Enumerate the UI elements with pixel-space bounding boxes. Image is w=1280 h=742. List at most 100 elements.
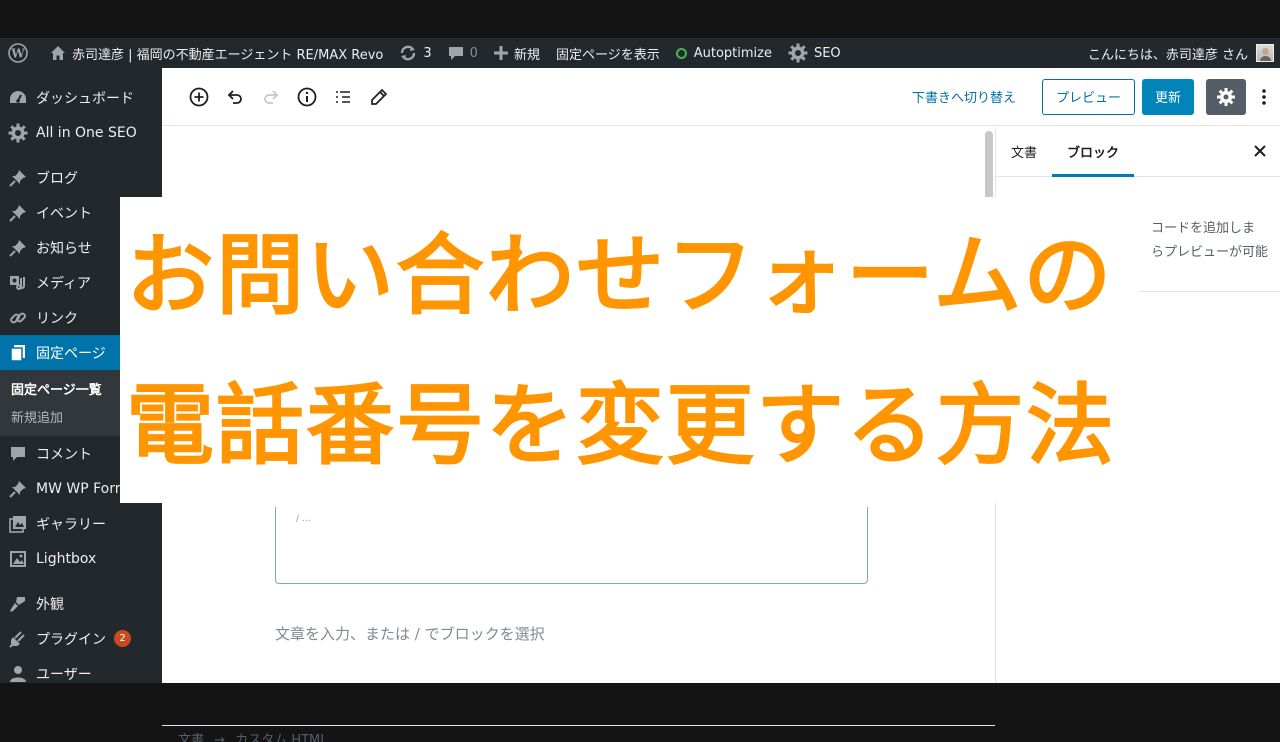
sidebar-item-all-in-one-seo[interactable]: All in One SEO [0,115,162,150]
comment-icon [8,444,28,464]
avatar [1256,44,1274,62]
editor-toolbar: 下書きへ切り替え プレビュー 更新 [162,68,1280,126]
greeting: こんにちは、赤司達彦 さん [1087,47,1248,63]
updates-icon [399,44,417,62]
sidebar-item-label: ブログ [36,170,78,187]
sidebar-item-appearance[interactable]: 外観 [0,586,162,621]
plus-circle-icon [189,87,209,106]
new-content-button[interactable]: 新規 [486,38,548,68]
wordpress-logo-button[interactable]: W [0,38,42,68]
info-icon [297,87,317,106]
account-menu[interactable]: こんにちは、赤司達彦 さん [1088,38,1280,68]
more-options-button[interactable] [1256,79,1272,115]
tab-document[interactable]: 文書 [996,127,1052,177]
content-info-button[interactable] [289,79,325,115]
update-button[interactable]: 更新 [1141,78,1194,115]
sidebar-item-label: 外観 [36,596,64,613]
new-content-label: 新規 [513,47,540,63]
block-appender-placeholder[interactable]: 文章を入力、または / でブロックを選択 [275,623,545,644]
list-icon [336,90,350,103]
plugin-icon [8,629,28,649]
gear-icon [8,123,28,143]
close-settings-button[interactable] [1254,141,1266,162]
canvas-scrollbar[interactable] [985,131,993,201]
block-description-line: コードを追加しま [1151,221,1256,236]
letterbox-top [0,0,1280,38]
preview-button[interactable]: プレビュー [1041,78,1135,115]
brush-icon [8,594,28,614]
sidebar-item-label: All in One SEO [36,124,137,141]
overlay-title-line-1: お問い合わせフォームの [126,224,1114,327]
wordpress-logo-icon: W [8,43,28,63]
title-overlay: お問い合わせフォームの 電話番号を変更する方法 [120,197,1140,503]
pencil-icon [371,88,388,105]
add-block-button[interactable] [181,79,217,115]
site-name-link[interactable]: 赤司達彦 | 福岡の不動産エージェント RE/MAX Revo [42,38,391,68]
html-code-text: / ... [296,514,311,524]
breadcrumb-custom-html[interactable]: カスタム HTML [235,733,327,742]
sidebar-item-label: ダッシュボード [36,90,134,107]
media-icon [8,273,28,293]
sidebar-item-label: ユーザー [36,666,92,683]
sidebar-item-label: 固定ページ [36,345,106,362]
close-icon [1254,145,1266,157]
sidebar-item-label: ギャラリー [36,516,106,533]
edit-mode-button[interactable] [361,79,397,115]
sidebar-item-label: お知らせ [36,240,92,257]
autoptimize-button[interactable]: Autoptimize [668,38,780,68]
settings-button[interactable] [1206,78,1246,115]
image-icon [8,549,28,569]
sidebar-item-dashboard[interactable]: ダッシュボード [0,80,162,115]
autoptimize-status-icon [675,47,687,59]
tab-block[interactable]: ブロック [1052,127,1135,177]
admin-bar: W 赤司達彦 | 福岡の不動産エージェント RE/MAX Revo 3 0 新規… [0,38,1280,68]
sidebar-item-label: プラグイン [36,631,106,648]
redo-button[interactable] [253,79,289,115]
block-navigation-button[interactable] [325,79,361,115]
comment-icon [448,45,464,61]
comments-button[interactable]: 0 [440,38,486,68]
autoptimize-label: Autoptimize [693,45,772,61]
switch-to-draft-button[interactable]: 下書きへ切り替え [912,87,1016,106]
undo-button[interactable] [217,79,253,115]
home-icon [50,45,66,61]
link-icon [8,308,28,328]
sidebar-item-gallery[interactable]: ギャラリー [0,506,162,541]
overlay-title-line-2: 電話番号を変更する方法 [126,374,1117,477]
updates-button[interactable]: 3 [391,38,439,68]
pin-icon [8,238,28,258]
site-name: 赤司達彦 | 福岡の不動産エージェント RE/MAX Revo [72,47,384,63]
view-page-link[interactable]: 固定ページを表示 [548,38,668,68]
sidebar-item-plugins[interactable]: プラグイン 2 [0,621,162,656]
screen: W 赤司達彦 | 福岡の不動産エージェント RE/MAX Revo 3 0 新規… [0,0,1280,742]
sidebar-item-label: Lightbox [36,550,97,567]
seo-button[interactable]: SEO [780,38,849,68]
undo-icon [227,89,242,104]
sidebar-item-label: リンク [36,310,78,327]
custom-html-block[interactable]: / ... [275,507,868,584]
sidebar-item-blog[interactable]: ブログ [0,160,162,195]
more-vertical-icon [1262,88,1266,105]
dashboard-icon [8,88,28,108]
comments-count: 0 [469,45,478,61]
sidebar-item-lightbox[interactable]: Lightbox [0,541,162,576]
pin-icon [8,203,28,223]
gear-icon [1217,87,1235,106]
view-page-label: 固定ページを表示 [555,47,660,63]
svg-text:W: W [10,47,25,61]
seo-label: SEO [813,45,841,61]
updates-count: 3 [423,45,432,61]
sidebar-item-label: メディア [36,275,92,292]
pin-icon [8,479,28,499]
breadcrumb-document[interactable]: 文書 [178,733,204,742]
settings-tabs: 文書 ブロック [996,127,1280,177]
sidebar-item-label: コメント [36,446,92,463]
gallery-icon [8,514,28,534]
sidebar-item-label: MW WP Form [36,480,129,497]
block-breadcrumb: 文書 → カスタム HTML [162,725,995,742]
sidebar-item-label: イベント [36,205,92,222]
breadcrumb-arrow-icon: → [214,733,226,742]
gear-icon [788,43,808,63]
redo-icon [264,89,279,104]
block-description-line: らプレビューが可能 [1151,245,1269,260]
